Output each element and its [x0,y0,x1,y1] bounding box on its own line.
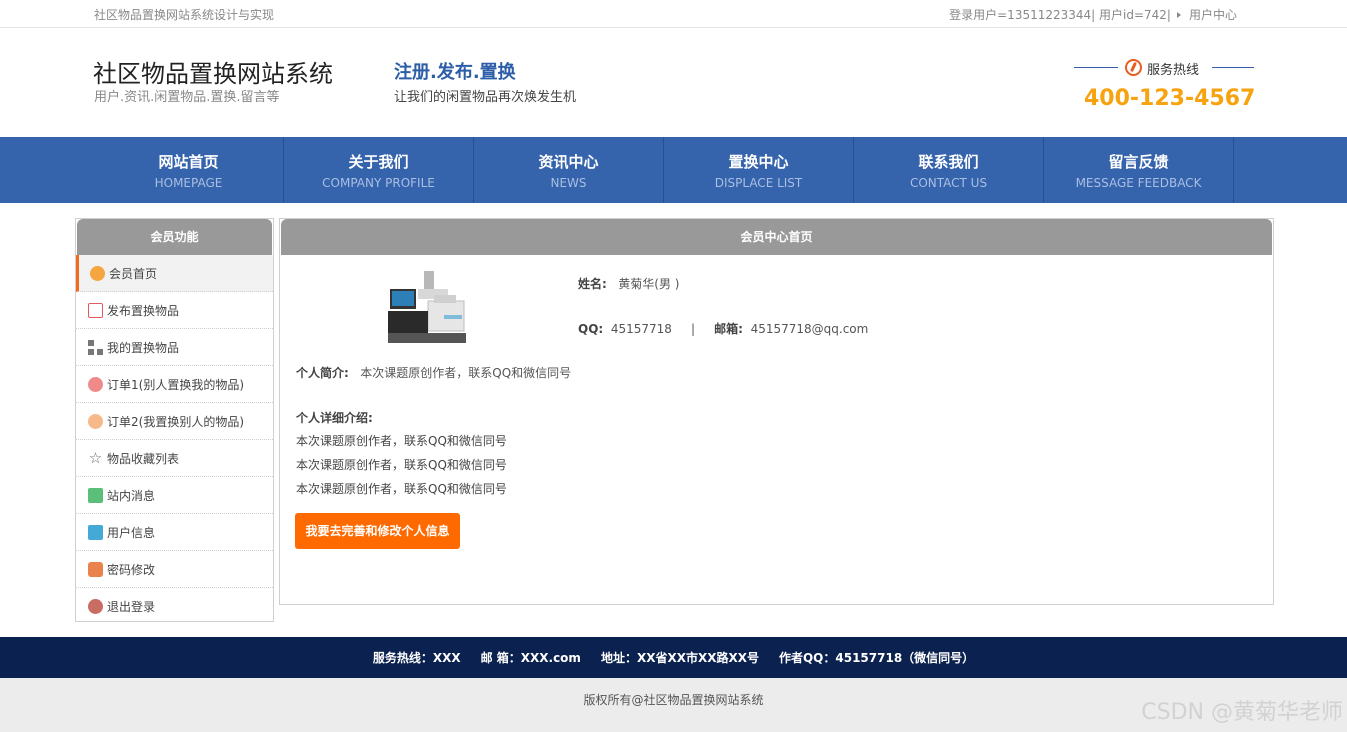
logo-subtitle: 用户.资讯.闲置物品.置换.留言等 [94,90,280,105]
name-row: 姓名: 黄菊华(男 ) [578,275,679,292]
nav-item-news[interactable]: 资讯中心 NEWS [474,137,664,203]
name-label: 姓名: [578,277,607,291]
nav-label: 网站首页 [158,153,219,171]
nav-sublabel: COMPANY PROFILE [322,176,435,190]
edit-profile-button[interactable]: 我要去完善和修改个人信息 [295,513,460,549]
nav-label: 资讯中心 [538,153,599,171]
header: 社区物品置换网站系统 用户.资讯.闲置物品.置换.留言等 注册.发布.置换 让我… [0,28,1347,137]
intro-value: 本次课题原创作者，联系QQ和微信同号 [360,366,572,380]
email-value: 45157718@qq.com [750,322,869,336]
grid-icon [88,339,103,355]
nav-label: 置换中心 [728,153,789,171]
nav-item-contact[interactable]: 联系我们 CONTACT US [854,137,1044,203]
sidebar-item-label: 会员首页 [109,266,158,281]
footer-address: 地址：XX省XX市XX路XX号 [600,651,759,665]
sidebar-item-my-items[interactable]: 我的置换物品 [76,329,273,366]
detail-line: 本次课题原创作者，联系QQ和微信同号 [296,434,507,448]
detail-line: 本次课题原创作者，联系QQ和微信同号 [296,482,507,496]
nav-label: 联系我们 [918,153,979,171]
sidebar-item-logout[interactable]: 退出登录 [76,588,273,625]
nav-item-displace[interactable]: 置换中心 DISPLACE LIST [664,137,854,203]
hotline-label: 服务热线 [1147,63,1200,78]
nav-label: 关于我们 [348,153,409,171]
nav-sublabel: MESSAGE FEEDBACK [1075,176,1202,190]
home-icon [90,265,105,281]
copyright: 版权所有@社区物品置换网站系统 [583,693,764,707]
footer-hotline: 服务热线：XXX [372,651,461,665]
separator: | [691,322,696,336]
slogan-subtitle: 让我们的闲置物品再次焕发生机 [394,90,577,105]
user-center-link[interactable]: 用户中心 [1189,6,1237,23]
user-icon [88,524,103,540]
sidebar-item-label: 发布置换物品 [107,303,180,318]
detail-line: 本次课题原创作者，联系QQ和微信同号 [296,458,507,472]
sidebar-item-label: 密码修改 [107,562,156,577]
user-avatar [388,267,466,345]
sidebar-item-order1[interactable]: 订单1(别人置换我的物品) [76,366,273,403]
order-icon [88,413,103,429]
sidebar-item-label: 我的置换物品 [107,340,180,355]
sidebar-item-favorites[interactable]: ☆ 物品收藏列表 [76,440,273,477]
login-info: 登录用户=13511223344| 用户id=742| [949,8,1171,22]
edit-icon [88,302,103,318]
nav-label: 留言反馈 [1108,153,1169,171]
contact-row: QQ: 45157718 | 邮箱: 45157718@qq.com [578,320,868,337]
sidebar-item-user-info[interactable]: 用户信息 [76,514,273,551]
divider [1074,67,1118,68]
nav-sublabel: CONTACT US [909,176,988,190]
sidebar-item-member-home[interactable]: 会员首页 [76,255,273,292]
footer-author-qq: 作者QQ：45157718（微信同号） [778,651,975,665]
login-info-area: 登录用户=13511223344| 用户id=742| 用户中心 [949,6,1237,23]
nav-item-about[interactable]: 关于我们 COMPANY PROFILE [284,137,474,203]
intro-row: 个人简介: 本次课题原创作者，联系QQ和微信同号 [296,364,571,381]
panel-title: 会员中心首页 [281,219,1272,255]
top-bar: 社区物品置换网站系统设计与实现 登录用户=13511223344| 用户id=7… [0,0,1347,28]
order-icon [88,376,103,392]
watermark: CSDN @黄菊华老师 [1141,700,1343,725]
detail-title: 个人详细介绍: [296,411,373,425]
arrow-right-icon [1176,11,1181,18]
nav-sublabel: DISPLACE LIST [714,176,803,190]
sidebar-item-label: 订单1(别人置换我的物品) [107,377,244,392]
phone-icon [1125,59,1142,76]
email-label: 邮箱: [714,322,743,336]
sidebar-item-label: 订单2(我置换别人的物品) [107,414,244,429]
sidebar-item-publish[interactable]: 发布置换物品 [76,292,273,329]
sidebar-item-label: 站内消息 [107,488,156,503]
member-sidebar: 会员功能 会员首页 发布置换物品 我的置换物品 订单1(别人置换我的物品) 订单… [75,218,274,622]
sidebar-item-password[interactable]: 密码修改 [76,551,273,588]
nav-sublabel: HOMEPAGE [154,176,223,190]
message-icon [88,487,103,503]
sidebar-item-label: 退出登录 [107,600,156,614]
footer-email: 邮 箱：XXX.com [480,651,581,665]
member-center-panel: 会员中心首页 姓名: 黄菊华(男 ) QQ: 45157718 | 邮箱: 45… [279,218,1274,605]
site-title-small: 社区物品置换网站系统设计与实现 [94,8,275,22]
sidebar-item-label: 物品收藏列表 [107,451,180,466]
name-value: 黄菊华(男 ) [618,277,680,291]
sidebar-item-messages[interactable]: 站内消息 [76,477,273,514]
lock-icon [88,561,103,577]
qq-label: QQ: [578,322,604,336]
qq-value: 45157718 [610,322,672,336]
power-icon [88,599,103,614]
hotline-label-row: 服务热线 [1074,58,1254,78]
footer-contact-bar: 服务热线：XXX 邮 箱：XXX.com 地址：XX省XX市XX路XX号 作者Q… [0,637,1347,678]
sidebar-item-order2[interactable]: 订单2(我置换别人的物品) [76,403,273,440]
divider [1212,67,1254,68]
nav-item-feedback[interactable]: 留言反馈 MESSAGE FEEDBACK [1044,137,1234,203]
hotline-number: 400-123-4567 [1084,86,1256,111]
intro-label: 个人简介: [296,366,349,380]
main-nav: 网站首页 HOMEPAGE 关于我们 COMPANY PROFILE 资讯中心 … [0,137,1347,203]
sidebar-title: 会员功能 [77,219,272,255]
nav-sublabel: NEWS [550,176,587,190]
logo-title[interactable]: 社区物品置换网站系统 [93,54,333,89]
slogan-title: 注册.发布.置换 [394,62,516,83]
sidebar-item-label: 用户信息 [107,525,156,540]
nav-item-home[interactable]: 网站首页 HOMEPAGE [94,137,284,203]
star-icon: ☆ [88,448,103,467]
